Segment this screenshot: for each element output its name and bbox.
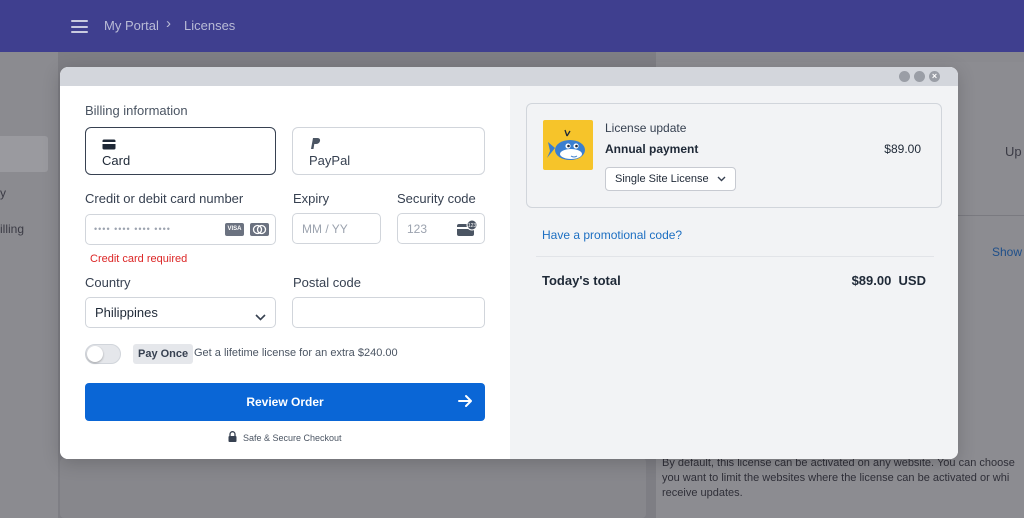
chevron-down-icon (717, 168, 726, 190)
product-card: License update Annual payment $89.00 Sin… (526, 103, 942, 208)
postal-code-input[interactable] (292, 297, 485, 328)
close-icon[interactable]: × (929, 71, 940, 82)
arrow-right-icon (457, 393, 473, 414)
country-value: Philippines (95, 305, 158, 320)
order-summary: License update Annual payment $89.00 Sin… (510, 86, 958, 459)
billing-form: Billing information Card PayPal Credit o… (60, 86, 510, 459)
background-sidebar-text: y (0, 186, 6, 200)
pay-once-description: Get a lifetime license for an extra $240… (194, 347, 398, 359)
total-label: Today's total (542, 273, 621, 288)
card-number-error: Credit card required (90, 253, 188, 265)
expiry-input[interactable]: MM / YY (292, 213, 381, 244)
background-sidebar (0, 52, 58, 518)
background-description-line: receive updates. (662, 487, 743, 499)
country-label: Country (85, 275, 131, 290)
background-tab-text: Up (1005, 144, 1022, 159)
lock-icon (228, 431, 237, 444)
background-show-link: Show (992, 245, 1023, 259)
menu-icon[interactable] (71, 20, 88, 33)
secure-checkout-note: Safe & Secure Checkout (228, 431, 342, 444)
product-logo (543, 120, 593, 170)
pay-once-badge: Pay Once (133, 344, 194, 364)
chevron-right-icon: › (166, 15, 171, 32)
breadcrumb-my-portal[interactable]: My Portal (104, 18, 159, 33)
mastercard-icon (250, 223, 269, 236)
product-plan: Annual payment (605, 142, 699, 156)
summary-divider (536, 256, 934, 257)
security-code-input[interactable]: 123 123 (397, 213, 485, 244)
background-sidebar-active-item (0, 136, 48, 172)
license-option-select[interactable]: Single Site License (605, 167, 736, 191)
expiry-placeholder: MM / YY (302, 222, 348, 236)
security-code-placeholder: 123 (407, 222, 428, 236)
chevron-down-icon (255, 308, 266, 326)
whale-icon (547, 129, 585, 160)
background-description: By default, this license can be activate… (662, 456, 1024, 501)
visa-icon: VISA (225, 223, 244, 236)
license-option-value: Single Site License (615, 173, 709, 185)
total-value: $89.00 USD (851, 273, 926, 288)
secure-checkout-text: Safe & Secure Checkout (243, 432, 342, 443)
promo-code-link[interactable]: Have a promotional code? (542, 228, 682, 242)
review-order-label: Review Order (246, 395, 324, 409)
expiry-label: Expiry (293, 191, 330, 206)
toggle-knob (87, 346, 103, 362)
breadcrumb-licenses[interactable]: Licenses (184, 18, 235, 33)
payment-tab-label: Card (102, 153, 131, 168)
billing-section-title: Billing information (85, 103, 188, 118)
svg-text:123: 123 (468, 223, 477, 229)
card-number-label: Credit or debit card number (85, 191, 244, 206)
background-sidebar-text: illing (0, 222, 25, 236)
postal-code-label: Postal code (293, 275, 361, 290)
checkout-modal: × Billing information Card PayPal Credit… (60, 67, 958, 459)
top-navigation-bar: My Portal › Licenses (0, 0, 1024, 52)
pay-once-toggle[interactable] (85, 344, 121, 364)
review-order-button[interactable]: Review Order (85, 383, 485, 421)
minimize-dot-icon[interactable] (899, 71, 910, 82)
background-divider (956, 215, 1024, 216)
product-price: $89.00 (884, 142, 921, 156)
country-select[interactable]: Philippines (85, 297, 276, 328)
payment-tab-card[interactable]: Card (85, 127, 276, 175)
product-title: License update (605, 121, 687, 135)
maximize-dot-icon[interactable] (914, 71, 925, 82)
background-description-line: you want to limit the websites where the… (662, 472, 1010, 484)
card-number-placeholder: •••• •••• •••• •••• (94, 224, 171, 234)
background-main-card (60, 458, 646, 518)
security-code-label: Security code (397, 191, 476, 206)
card-number-input[interactable]: •••• •••• •••• •••• VISA (85, 214, 276, 245)
payment-tab-paypal[interactable]: PayPal (292, 127, 485, 175)
modal-titlebar: × (60, 67, 958, 86)
payment-tab-label: PayPal (309, 153, 351, 168)
cvc-card-icon: 123 (456, 219, 478, 242)
